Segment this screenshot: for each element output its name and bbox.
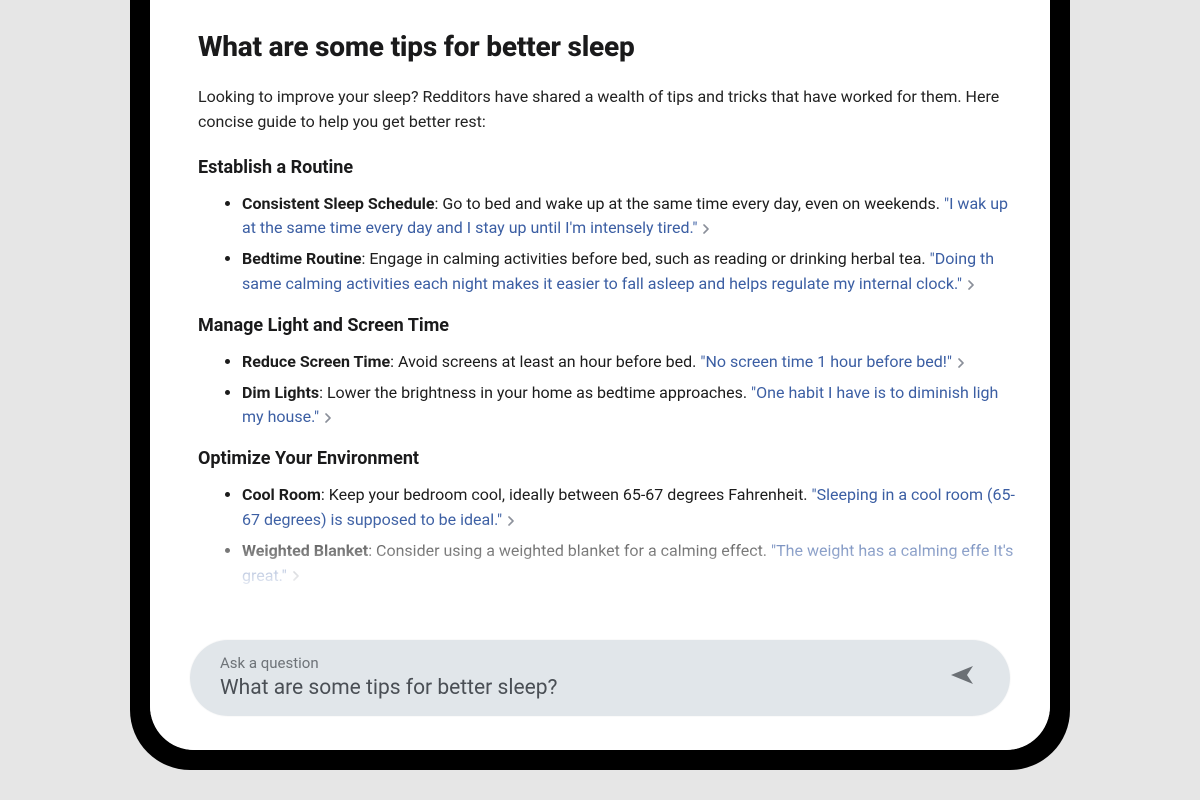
item-body: : Go to bed and wake up at the same time…	[435, 194, 944, 213]
screen-surface: What are some tips for better sleep Look…	[150, 0, 1050, 750]
list-routine: Consistent Sleep Schedule: Go to bed and…	[198, 192, 1018, 297]
list-environment: Cool Room: Keep your bedroom cool, ideal…	[198, 483, 1018, 588]
item-body: : Engage in calming activities before be…	[361, 249, 929, 268]
item-body: : Consider using a weighted blanket for …	[368, 541, 771, 560]
list-item: Dim Lights: Lower the brightness in your…	[242, 381, 1018, 431]
ask-text-group: Ask a question	[220, 654, 940, 700]
section-heading-environment: Optimize Your Environment	[198, 448, 1018, 469]
chevron-right-icon	[701, 224, 711, 234]
item-label: Reduce Screen Time	[242, 352, 390, 371]
item-body: : Lower the brightness in your home as b…	[319, 383, 751, 402]
item-body: : Avoid screens at least an hour before …	[390, 352, 700, 371]
item-label: Dim Lights	[242, 383, 319, 402]
page-title: What are some tips for better sleep	[198, 30, 1018, 63]
item-label: Bedtime Routine	[242, 249, 361, 268]
quote-link[interactable]: "No screen time 1 hour before bed!"	[700, 352, 952, 371]
item-label: Weighted Blanket	[242, 541, 368, 560]
chevron-right-icon	[291, 571, 301, 581]
article-content: What are some tips for better sleep Look…	[150, 0, 1050, 750]
item-body: : Keep your bedroom cool, ideally betwee…	[321, 485, 812, 504]
ask-label: Ask a question	[220, 654, 940, 672]
section-heading-routine: Establish a Routine	[198, 157, 1018, 178]
ask-input[interactable]	[220, 676, 940, 700]
chevron-right-icon	[506, 516, 516, 526]
list-item: Cool Room: Keep your bedroom cool, ideal…	[242, 483, 1018, 533]
chevron-right-icon	[323, 413, 333, 423]
ask-question-bar[interactable]: Ask a question	[190, 640, 1010, 716]
item-label: Cool Room	[242, 485, 321, 504]
section-heading-light: Manage Light and Screen Time	[198, 315, 1018, 336]
list-item: Bedtime Routine: Engage in calming activ…	[242, 247, 1018, 297]
list-item: Consistent Sleep Schedule: Go to bed and…	[242, 192, 1018, 242]
intro-paragraph: Looking to improve your sleep? Redditors…	[198, 85, 1018, 135]
list-light: Reduce Screen Time: Avoid screens at lea…	[198, 350, 1018, 430]
tablet-frame: What are some tips for better sleep Look…	[130, 0, 1070, 770]
chevron-right-icon	[956, 358, 966, 368]
send-icon	[947, 660, 977, 694]
list-item: Weighted Blanket: Consider using a weigh…	[242, 539, 1018, 589]
item-label: Consistent Sleep Schedule	[242, 194, 435, 213]
list-item: Reduce Screen Time: Avoid screens at lea…	[242, 350, 1018, 375]
chevron-right-icon	[966, 280, 976, 290]
send-button[interactable]	[940, 655, 984, 699]
